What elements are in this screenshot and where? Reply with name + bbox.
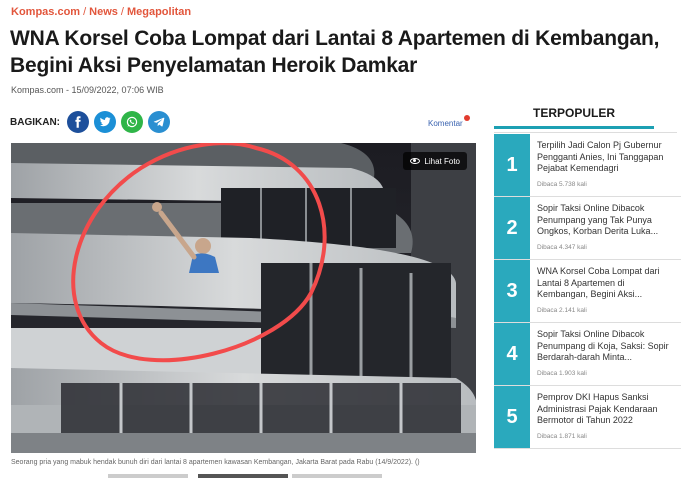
popular-read-count: Dibaca 4.347 kali (537, 244, 587, 251)
popular-item[interactable]: 1 Terpilih Jadi Calon Pj Gubernur Pengga… (494, 134, 681, 197)
whatsapp-share-button[interactable] (121, 111, 143, 133)
popular-rank: 2 (494, 197, 530, 259)
breadcrumb-separator: / (120, 6, 124, 18)
lihat-foto-label: Lihat Foto (424, 156, 460, 166)
popular-rank: 4 (494, 323, 530, 385)
thumbnail-strip (108, 474, 188, 478)
facebook-icon (75, 116, 81, 128)
popular-headline[interactable]: WNA Korsel Coba Lompat dari Lantai 8 Apa… (537, 266, 677, 301)
twitter-share-button[interactable] (94, 111, 116, 133)
twitter-icon (100, 117, 111, 127)
popular-read-count: Dibaca 1.903 kali (537, 370, 587, 377)
popular-headline[interactable]: Sopir Taksi Online Dibacok Penumpang di … (537, 329, 677, 364)
thumbnail-strip (198, 474, 288, 478)
lihat-foto-button[interactable]: Lihat Foto (403, 152, 467, 170)
popular-list: 1 Terpilih Jadi Calon Pj Gubernur Pengga… (494, 134, 681, 449)
sidebar-title: TERPOPULER (494, 106, 654, 129)
eye-icon (410, 158, 421, 164)
notification-dot (464, 115, 470, 121)
popular-rank: 3 (494, 260, 530, 322)
share-bar: BAGIKAN: (10, 111, 175, 133)
terpopuler-sidebar: TERPOPULER 1 Terpilih Jadi Calon Pj Gube… (494, 106, 681, 449)
photo-caption-suffix: () (414, 459, 420, 466)
share-label: BAGIKAN: (10, 116, 60, 128)
breadcrumb-home-link[interactable]: Kompas.com (11, 6, 80, 18)
breadcrumb-megapolitan-link[interactable]: Megapolitan (127, 6, 191, 18)
komentar-link[interactable]: Komentar (428, 119, 463, 128)
popular-rank: 1 (494, 134, 530, 196)
article-photo[interactable]: Lihat Foto (11, 143, 476, 453)
thumbnail-strip (292, 474, 382, 478)
whatsapp-icon (126, 116, 138, 128)
popular-item[interactable]: 5 Pemprov DKI Hapus Sanksi Administrasi … (494, 386, 681, 449)
popular-item[interactable]: 3 WNA Korsel Coba Lompat dari Lantai 8 A… (494, 260, 681, 323)
popular-read-count: Dibaca 5.738 kali (537, 181, 587, 188)
breadcrumb-news-link[interactable]: News (89, 6, 118, 18)
popular-item[interactable]: 2 Sopir Taksi Online Dibacok Penumpang y… (494, 197, 681, 260)
breadcrumb-separator: / (83, 6, 87, 18)
telegram-share-button[interactable] (148, 111, 170, 133)
divider (494, 132, 677, 133)
popular-read-count: Dibaca 2.141 kali (537, 307, 587, 314)
popular-item[interactable]: 4 Sopir Taksi Online Dibacok Penumpang d… (494, 323, 681, 386)
popular-rank: 5 (494, 386, 530, 448)
popular-headline[interactable]: Pemprov DKI Hapus Sanksi Administrasi Pa… (537, 392, 677, 427)
popular-headline[interactable]: Terpilih Jadi Calon Pj Gubernur Penggant… (537, 140, 677, 175)
telegram-icon (153, 117, 165, 127)
popular-headline[interactable]: Sopir Taksi Online Dibacok Penumpang yan… (537, 203, 677, 238)
facebook-share-button[interactable] (67, 111, 89, 133)
photo-caption: Seorang pria yang mabuk hendak bunuh dir… (11, 459, 420, 466)
article-meta: Kompas.com - 15/09/2022, 07:06 WIB (11, 85, 164, 95)
popular-read-count: Dibaca 1.871 kali (537, 433, 587, 440)
article-title: WNA Korsel Coba Lompat dari Lantai 8 Apa… (10, 27, 660, 77)
breadcrumb: Kompas.com / News / Megapolitan (11, 6, 191, 18)
photo-caption-text: Seorang pria yang mabuk hendak bunuh dir… (11, 459, 413, 466)
photo-illustration (11, 143, 476, 453)
